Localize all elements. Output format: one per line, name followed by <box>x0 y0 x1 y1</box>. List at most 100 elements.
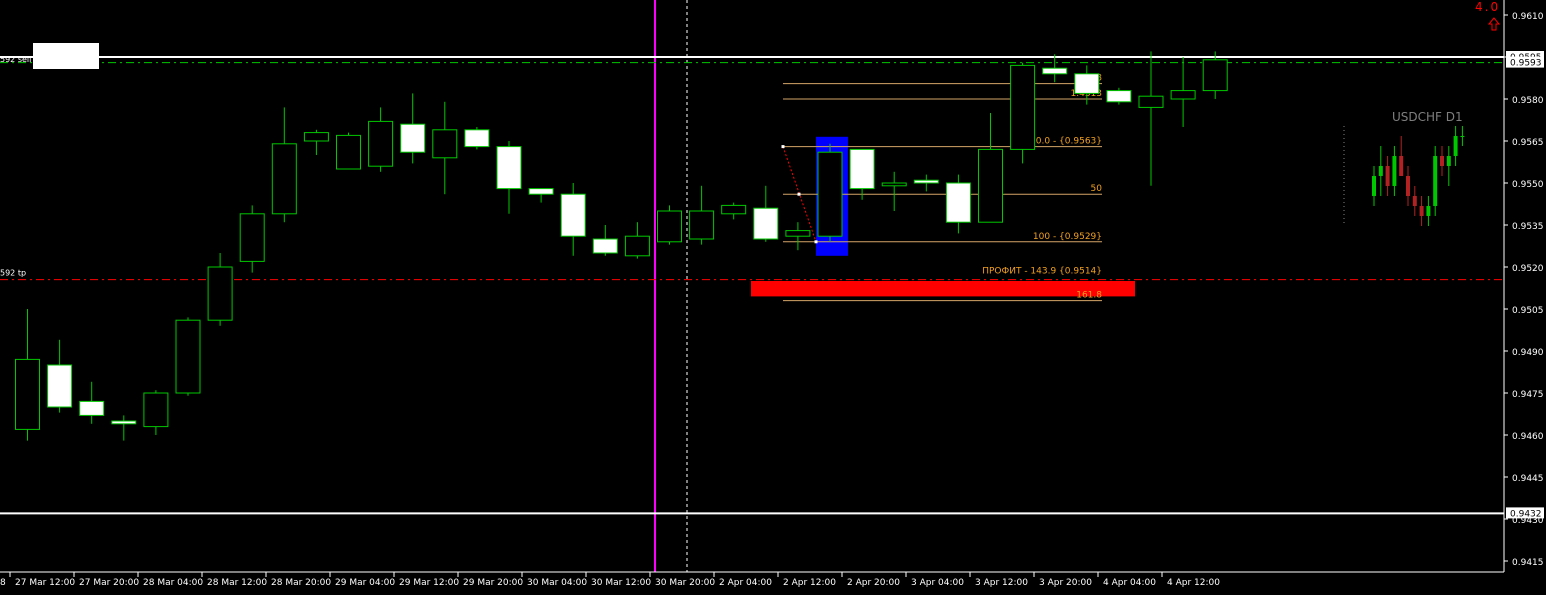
time-label: 29 Mar 20:00 <box>463 578 523 588</box>
candle <box>400 93 426 164</box>
candle-body <box>624 235 650 257</box>
candle-body <box>303 132 329 142</box>
candle <box>303 129 329 155</box>
candle-body <box>496 146 522 190</box>
candle <box>1202 51 1228 99</box>
candle-body <box>689 210 715 240</box>
mini-candle <box>1378 146 1383 196</box>
candle <box>849 148 875 200</box>
profit-label: ПРОФИТ - 143.9 {0.9514} <box>982 267 1102 277</box>
candle-body <box>1010 64 1036 150</box>
price-tag: 0.9432 <box>1506 507 1544 519</box>
time-label: 3 Apr 04:00 <box>911 578 964 588</box>
candle-body <box>15 358 40 430</box>
tp-order-label: 592 tp <box>0 269 26 278</box>
price-chart[interactable]: 592 sell592 tp 1.6181.43130.0 - {0.9563}… <box>0 0 1546 591</box>
fib-level-label: 100 - {0.9529} <box>1033 232 1102 242</box>
time-label: 27 Mar 12:00 <box>15 578 75 588</box>
candle-body <box>432 129 458 159</box>
time-label: 27 Mar 20:00 <box>79 578 139 588</box>
price-tick-label: 0.9505 <box>1512 306 1544 316</box>
candle <box>143 390 169 435</box>
candle <box>111 415 137 441</box>
time-label: 4 Apr 04:00 <box>1103 578 1156 588</box>
candle-body <box>945 182 971 223</box>
candle <box>496 141 522 214</box>
candle <box>368 107 394 172</box>
time-label: 2 Apr 20:00 <box>847 578 900 588</box>
mini-candle <box>1385 156 1390 196</box>
candle <box>464 127 490 150</box>
fib-level-label: 50 <box>1091 184 1103 194</box>
time-label: 28 Mar 04:00 <box>143 578 203 588</box>
time-label: 3 Apr 12:00 <box>975 578 1028 588</box>
candle-body <box>913 179 939 184</box>
mini-candle-body <box>1460 136 1465 137</box>
candle-body <box>1202 59 1228 92</box>
arrow-up-icon <box>1487 17 1501 31</box>
time-label: 4 Apr 12:00 <box>1167 578 1220 588</box>
candle <box>271 107 297 223</box>
mini-candle-body <box>1385 166 1390 186</box>
candle <box>1010 62 1036 164</box>
candle <box>913 174 939 192</box>
candle <box>881 171 907 211</box>
mini-candle-body <box>1399 156 1404 176</box>
candle-body <box>111 420 137 425</box>
time-label: 2 Apr 12:00 <box>783 578 836 588</box>
mini-candle <box>1419 196 1424 226</box>
candle-body <box>239 213 265 262</box>
sell-order-label: 592 sell <box>0 55 31 64</box>
candle-body <box>336 134 361 170</box>
price-tick-label: 0.9535 <box>1512 222 1544 232</box>
price-tick-label: 0.9490 <box>1512 348 1544 358</box>
mini-candle-body <box>1440 156 1444 166</box>
candle <box>721 202 747 220</box>
candle <box>689 185 715 245</box>
price-tick-label: 0.9610 <box>1512 12 1544 22</box>
time-label: 28 Mar 12:00 <box>207 578 267 588</box>
candle-body <box>1042 67 1068 75</box>
candle <box>785 222 811 251</box>
candle <box>817 143 843 242</box>
corner-value: 4.0 <box>1475 0 1500 14</box>
time-label: 30 Mar 12:00 <box>591 578 651 588</box>
mini-candle-body <box>1446 156 1451 166</box>
mini-candle <box>1372 166 1376 206</box>
candle-body <box>881 182 907 187</box>
candle-body <box>849 148 875 190</box>
candle <box>1138 51 1164 186</box>
candle <box>1170 57 1196 127</box>
price-tick-label: 0.9445 <box>1512 474 1544 484</box>
chart-window[interactable]: 592 sell592 tp 1.6181.43130.0 - {0.9563}… <box>0 0 1546 591</box>
candle <box>207 253 233 326</box>
candle-body <box>978 148 1003 223</box>
price-tick-label: 0.9550 <box>1512 180 1544 190</box>
fib-level-label: 0.0 - {0.9563} <box>1036 137 1102 147</box>
fib-anchor-point <box>814 240 818 244</box>
candle <box>945 174 971 234</box>
candle <box>560 183 586 256</box>
candle-body <box>592 238 618 254</box>
mini-candle <box>1453 126 1458 166</box>
candle-body <box>1170 90 1196 100</box>
candle <box>175 317 201 396</box>
time-label: 2 Apr 04:00 <box>719 578 772 588</box>
time-label: 28 Mar 20:00 <box>271 578 331 588</box>
price-tick-label: 0.9520 <box>1512 264 1544 274</box>
mini-candle <box>1392 146 1397 196</box>
price-tick-label: 0.9475 <box>1512 390 1544 400</box>
candle-body <box>785 230 811 237</box>
mini-candle <box>1426 196 1431 226</box>
candles-layer <box>15 51 1228 441</box>
fib-anchor-point <box>797 192 801 196</box>
candle-body <box>657 210 682 243</box>
price-tick-label: 0.9415 <box>1512 558 1544 568</box>
mini-candle <box>1440 146 1444 176</box>
candle-body <box>175 319 201 394</box>
order-label-box <box>33 43 99 69</box>
fib-anchor-point <box>781 145 785 149</box>
candle <box>1042 54 1068 83</box>
candle-body <box>271 143 297 215</box>
time-label: 30 Mar 20:00 <box>655 578 715 588</box>
